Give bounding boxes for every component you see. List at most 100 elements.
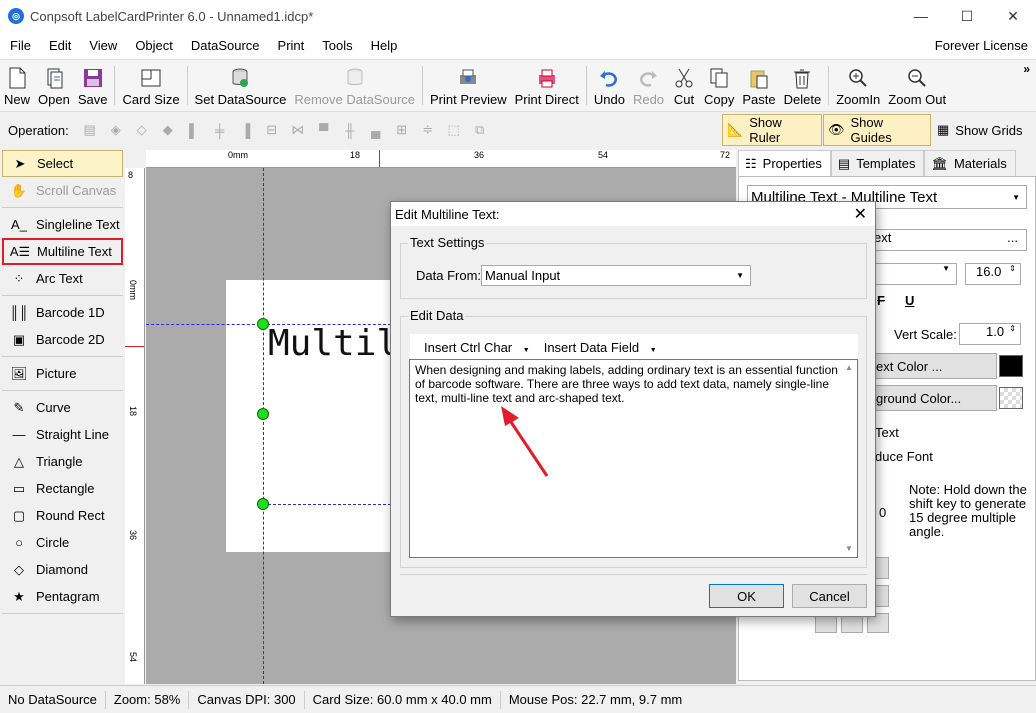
maximize-button[interactable]: ☐ [944, 0, 990, 32]
guide-line-vertical[interactable] [263, 168, 264, 684]
guide-line-horizontal[interactable] [263, 504, 391, 505]
insert-ctrl-char-dropdown[interactable]: Insert Ctrl Char ▼ [417, 340, 530, 355]
remove-datasource-button[interactable]: Remove DataSource [290, 60, 419, 111]
show-guides-toggle[interactable]: 👁 Show Guides [823, 114, 931, 146]
zoom-in-button[interactable]: ZoomIn [832, 60, 884, 111]
align-right-icon[interactable]: ▐ [233, 117, 259, 143]
menu-edit[interactable]: Edit [39, 38, 79, 53]
group-icon[interactable]: ⧉ [467, 117, 493, 143]
show-ruler-toggle[interactable]: 📐 Show Ruler [722, 114, 822, 146]
tool-triangle[interactable]: △ Triangle [0, 448, 125, 475]
text-field[interactable]: ext... [869, 229, 1027, 251]
new-button[interactable]: New [0, 60, 34, 111]
same-size-icon[interactable]: ⬚ [441, 117, 467, 143]
open-file-icon [42, 66, 66, 90]
set-datasource-button[interactable]: Set DataSource [191, 60, 291, 111]
font-size-spinner[interactable]: 16.0 ⇕ [965, 263, 1021, 285]
align-center-icon[interactable]: ╪ [207, 117, 233, 143]
dialog-close-icon[interactable]: ✕ [854, 204, 867, 224]
menu-file[interactable]: File [0, 38, 39, 53]
menu-view[interactable]: View [79, 38, 125, 53]
canvas-multiline-text[interactable]: Multil [268, 323, 398, 364]
tool-round-rect[interactable]: ▢ Round Rect [0, 502, 125, 529]
tool-arc-text[interactable]: ⁘ Arc Text [0, 265, 125, 292]
tab-materials[interactable]: 🏛 Materials [924, 150, 1016, 176]
menu-print[interactable]: Print [268, 38, 313, 53]
print-preview-button[interactable]: Print Preview [426, 60, 511, 111]
distribute-h-icon[interactable]: ⊟ [259, 117, 285, 143]
reduce-font-label[interactable]: duce Font [875, 449, 933, 464]
tool-curve[interactable]: ✎ Curve [0, 394, 125, 421]
resize-handle[interactable] [257, 408, 269, 420]
tool-scroll-canvas[interactable]: ✋ Scroll Canvas [0, 177, 125, 204]
tool-picture[interactable]: 🖼 Picture [0, 360, 125, 387]
cut-button[interactable]: Cut [668, 60, 700, 111]
menu-object[interactable]: Object [125, 38, 181, 53]
align-left-icon[interactable]: ▌ [181, 117, 207, 143]
tab-properties[interactable]: ☷ Properties [738, 150, 831, 176]
tool-circle[interactable]: ○ Circle [0, 529, 125, 556]
distribute-spacing-icon[interactable]: ⋈ [285, 117, 311, 143]
align-bottom-icon[interactable]: ▄ [363, 117, 389, 143]
window-title: Conpsoft LabelCardPrinter 6.0 - Unnamed1… [30, 8, 314, 24]
underline-button[interactable]: U [905, 293, 914, 308]
redo-button[interactable]: Redo [629, 60, 668, 111]
tool-barcode-1d[interactable]: ║║ Barcode 1D [0, 299, 125, 326]
center-v-icon[interactable]: ≑ [415, 117, 441, 143]
tool-singleline-text[interactable]: A_ Singleline Text [0, 211, 125, 238]
tool-pentagram[interactable]: ★ Pentagram [0, 583, 125, 610]
text-color-swatch[interactable] [999, 355, 1023, 377]
cancel-button[interactable]: Cancel [792, 584, 867, 608]
ok-button[interactable]: OK [709, 584, 784, 608]
layer-bring-front-icon[interactable]: ▤ [77, 117, 103, 143]
text-option-label[interactable]: Text [875, 425, 899, 440]
align-top-icon[interactable]: ▀ [311, 117, 337, 143]
data-from-select[interactable]: Manual Input ▼ [481, 265, 751, 286]
layer-backward-icon[interactable]: ◇ [129, 117, 155, 143]
scroll-down-icon[interactable]: ▼ [845, 542, 853, 556]
tool-rectangle[interactable]: ▭ Rectangle [0, 475, 125, 502]
tool-select[interactable]: ➤ Select [2, 150, 123, 177]
copy-button[interactable]: Copy [700, 60, 738, 111]
layer-send-back-icon[interactable]: ◆ [155, 117, 181, 143]
close-window-button[interactable]: ✕ [990, 0, 1036, 32]
menu-tools[interactable]: Tools [312, 38, 360, 53]
resize-handle[interactable] [257, 318, 269, 330]
horizontal-ruler: 0mm 18 36 54 72 [146, 150, 736, 168]
layer-forward-icon[interactable]: ◈ [103, 117, 129, 143]
scroll-up-icon[interactable]: ▲ [845, 361, 853, 375]
vert-scale-spinner[interactable]: 1.0 ⇕ [959, 323, 1021, 345]
tab-templates[interactable]: ▤ Templates [830, 150, 925, 176]
menu-datasource[interactable]: DataSource [181, 38, 268, 53]
distribute-v-icon[interactable]: ⊞ [389, 117, 415, 143]
textarea-scrollbar[interactable]: ▲ ▼ [842, 361, 856, 556]
tool-multiline-text[interactable]: A☰ Multiline Text [2, 238, 123, 265]
print-direct-button[interactable]: Print Direct [511, 60, 583, 111]
background-color-swatch[interactable] [999, 387, 1023, 409]
card-size-button[interactable]: Card Size [118, 60, 183, 111]
minimize-button[interactable]: — [898, 0, 944, 32]
tool-diamond[interactable]: ◇ Diamond [0, 556, 125, 583]
tool-barcode-2d[interactable]: ▣ Barcode 2D [0, 326, 125, 353]
menu-bar: File Edit View Object DataSource Print T… [0, 32, 1036, 59]
tool-straight-line[interactable]: — Straight Line [0, 421, 125, 448]
open-button[interactable]: Open [34, 60, 74, 111]
undo-button[interactable]: Undo [590, 60, 629, 111]
text-color-button[interactable]: ext Color ... [869, 353, 997, 379]
show-grids-toggle[interactable]: ▦ Show Grids [933, 114, 1036, 146]
insert-data-field-dropdown[interactable]: Insert Data Field ▼ [537, 340, 657, 355]
toolbar-overflow-chevron[interactable]: » [1023, 62, 1030, 76]
background-color-button[interactable]: ground Color... [869, 385, 997, 411]
align-middle-icon[interactable]: ╫ [337, 117, 363, 143]
text-content-area[interactable]: When designing and making labels, adding… [409, 359, 858, 558]
zoom-out-button[interactable]: Zoom Out [884, 60, 950, 111]
menu-help[interactable]: Help [361, 38, 406, 53]
strikeout-button[interactable]: F [877, 293, 885, 308]
delete-button[interactable]: Delete [780, 60, 826, 111]
resize-handle[interactable] [257, 498, 269, 510]
text-edit-button[interactable]: ... [1007, 230, 1018, 245]
font-family-select[interactable]: ▼ [869, 263, 957, 285]
save-button[interactable]: Save [74, 60, 112, 111]
paste-button[interactable]: Paste [738, 60, 779, 111]
label-card[interactable] [226, 280, 406, 552]
